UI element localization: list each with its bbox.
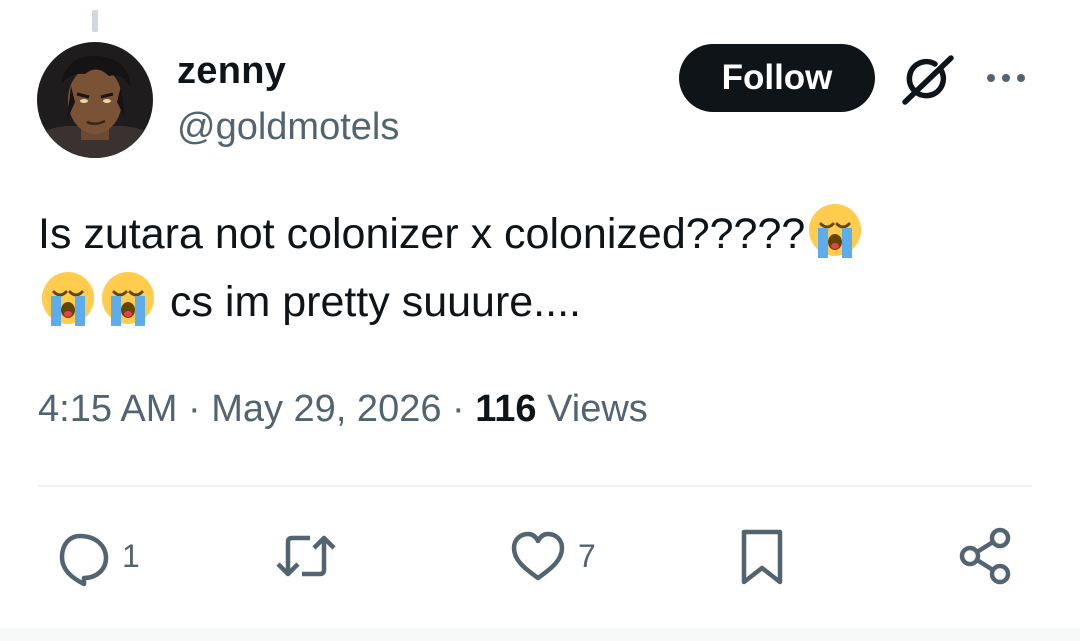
reply-button[interactable]: 1	[50, 524, 140, 588]
bookmark-button[interactable]	[730, 524, 794, 588]
views-count: 116	[475, 388, 537, 430]
follow-button[interactable]: Follow	[679, 44, 875, 112]
author-name[interactable]: zenny	[177, 50, 286, 93]
bottom-bar	[0, 628, 1080, 641]
author-handle[interactable]: @goldmotels	[177, 106, 399, 149]
more-options-icon[interactable]	[984, 60, 1028, 96]
loudly-crying-face-icon	[805, 200, 865, 260]
share-icon	[959, 527, 1011, 585]
share-button[interactable]	[954, 524, 1018, 588]
thread-line	[92, 10, 98, 32]
meta-separator: ·	[177, 388, 212, 430]
retweet-icon	[276, 535, 336, 577]
bookmark-icon	[741, 529, 783, 585]
heart-icon	[511, 531, 565, 581]
views-label: Views	[536, 388, 648, 430]
avatar[interactable]	[37, 42, 153, 158]
like-button[interactable]: 7	[506, 524, 596, 588]
like-count: 7	[578, 537, 596, 574]
reply-count: 1	[122, 537, 140, 574]
reply-icon	[59, 533, 109, 587]
tweet-text-part2: cs im pretty suuure....	[158, 278, 581, 326]
meta-separator: ·	[441, 388, 476, 430]
tweet-time[interactable]: 4:15 AM	[38, 388, 177, 430]
loudly-crying-face-icon	[98, 268, 158, 328]
grok-icon[interactable]	[897, 50, 955, 108]
divider	[38, 485, 1032, 487]
retweet-button[interactable]	[272, 524, 340, 588]
tweet-text: Is zutara not colonizer x colonized?????…	[38, 200, 1038, 336]
tweet-meta: 4:15 AM · May 29, 2026 · 116 Views	[38, 388, 648, 431]
tweet-date[interactable]: May 29, 2026	[211, 388, 441, 430]
loudly-crying-face-icon	[38, 268, 98, 328]
tweet-text-part1: Is zutara not colonizer x colonized?????	[38, 210, 806, 258]
